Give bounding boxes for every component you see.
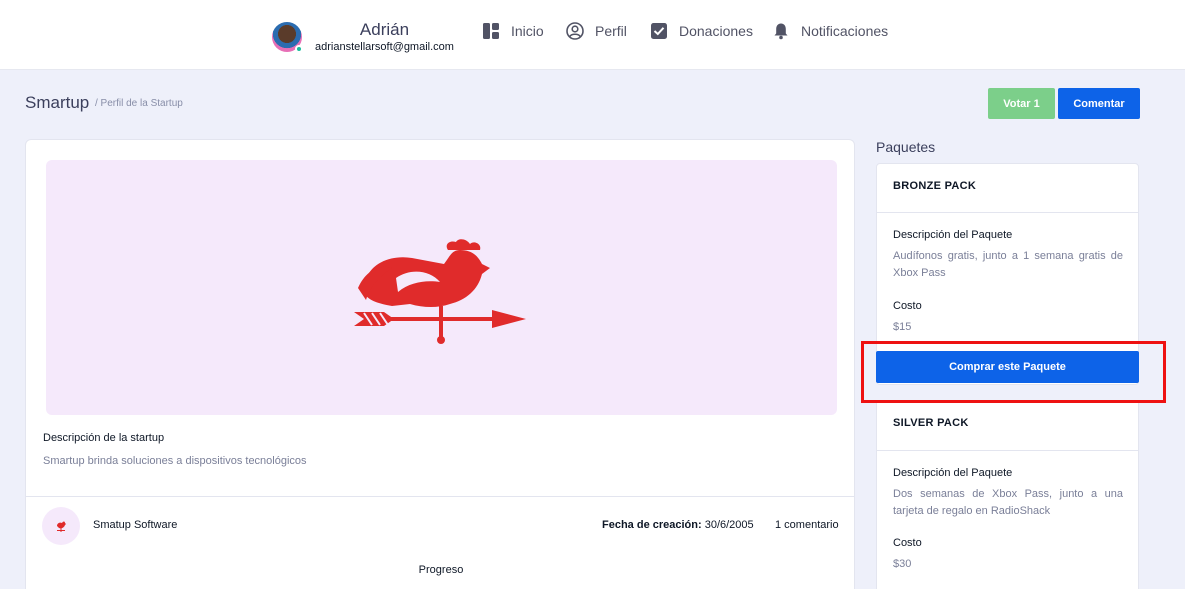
package-cost: $30	[893, 558, 912, 570]
comment-button[interactable]: Comentar	[1058, 88, 1140, 119]
online-status-dot	[295, 45, 303, 53]
page-title: Smartup	[25, 93, 90, 112]
packages-title: Paquetes	[876, 139, 936, 155]
nav-item-donaciones[interactable]: Donaciones	[650, 22, 753, 40]
creation-date-value: 30/6/2005	[704, 519, 754, 531]
avatar[interactable]	[272, 22, 303, 53]
startup-description: Smartup brinda soluciones a dispositivos…	[43, 455, 307, 467]
bell-icon	[774, 23, 788, 40]
nav-item-perfil[interactable]: Perfil	[566, 22, 627, 40]
package-description: Dos semanas de Xbox Pass, junto a una ta…	[893, 488, 1123, 517]
company-logo	[42, 507, 80, 545]
startup-description-label: Descripción de la startup	[43, 432, 165, 444]
comments-count[interactable]: 1 comentario	[775, 519, 839, 531]
nav-item-notificaciones[interactable]: Notificaciones	[772, 22, 888, 40]
divider	[26, 496, 854, 497]
check-square-icon	[651, 23, 667, 39]
dashboard-icon	[483, 23, 499, 39]
package-description: Audífonos gratis, junto a 1 semana grati…	[893, 250, 1123, 279]
user-email: adrianstellarsoft@gmail.com	[315, 41, 454, 53]
top-navbar: Adrián adrianstellarsoft@gmail.com Inici…	[0, 0, 1185, 70]
startup-banner	[46, 160, 837, 415]
nav-item-label: Perfil	[595, 23, 627, 39]
startup-card: Descripción de la startup Smartup brinda…	[25, 139, 855, 589]
creation-date-label: Fecha de creación:	[602, 519, 702, 531]
package-description-label: Descripción del Paquete	[893, 229, 1013, 241]
nav-item-label: Inicio	[511, 23, 544, 39]
package-cost: $15	[893, 321, 912, 333]
divider	[877, 450, 1138, 451]
buy-package-button[interactable]: Comprar este Paquete	[876, 351, 1139, 383]
package-cost-label: Costo	[893, 300, 922, 312]
vote-button[interactable]: Votar 1	[988, 88, 1055, 119]
divider	[877, 212, 1138, 213]
breadcrumb: / Perfil de la Startup	[95, 98, 183, 109]
package-cost-label: Costo	[893, 537, 922, 549]
user-name: Adrián	[359, 20, 410, 39]
package-name: SILVER PACK	[893, 417, 969, 429]
nav-item-inicio[interactable]: Inicio	[482, 22, 544, 40]
package-card-silver: SILVER PACK Descripción del Paquete Dos …	[876, 403, 1139, 589]
creation-date: Fecha de creación: 30/6/2005	[602, 519, 754, 531]
user-circle-icon	[566, 22, 584, 40]
rooster-weathervane-logo	[354, 239, 526, 344]
package-description-label: Descripción del Paquete	[893, 467, 1013, 479]
package-name: BRONZE PACK	[893, 180, 977, 192]
rooster-icon	[57, 521, 66, 532]
nav-item-label: Donaciones	[679, 23, 753, 39]
user-profile[interactable]: Adrián adrianstellarsoft@gmail.com	[272, 17, 454, 57]
progress-label: Progreso	[418, 564, 464, 576]
company-name: Smatup Software	[93, 519, 178, 531]
nav-item-label: Notificaciones	[801, 23, 889, 39]
